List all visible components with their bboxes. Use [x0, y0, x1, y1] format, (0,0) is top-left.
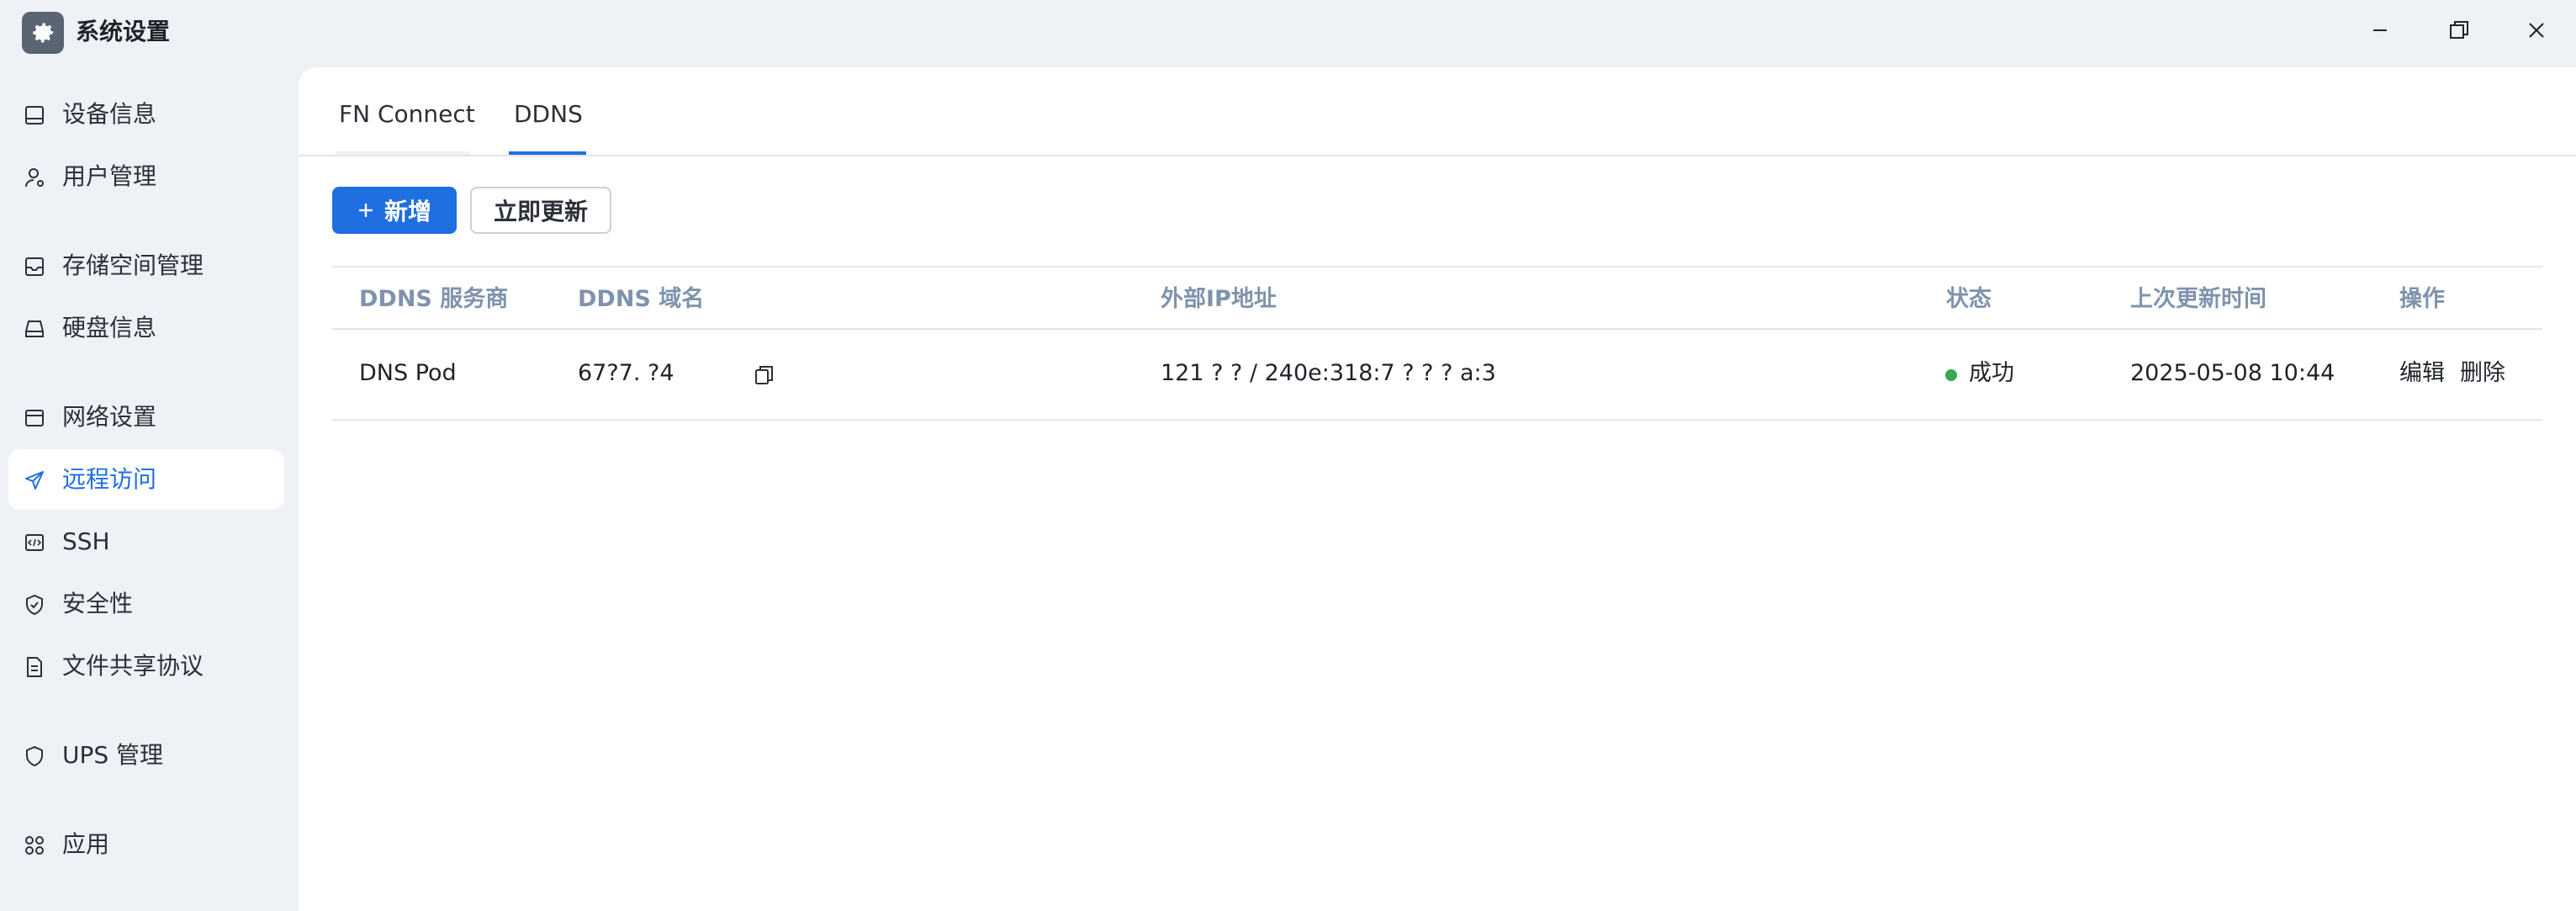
sidebar-item-device-info[interactable]: 设备信息	[8, 84, 284, 145]
cell-domain: 67?7. ?4	[578, 360, 674, 386]
minimize-button[interactable]	[2355, 8, 2405, 52]
sidebar-item-user-management[interactable]: 用户管理	[8, 146, 284, 207]
close-icon	[2529, 23, 2544, 38]
sidebar: 设备信息 用户管理 存储空间管理 硬盘信息 网络设置 远程访问 SSH 安全性 …	[0, 67, 299, 911]
settings-app-icon	[22, 12, 64, 54]
sidebar-item-file-sharing[interactable]: 文件共享协议	[8, 636, 284, 696]
sidebar-item-label: SSH	[62, 527, 110, 555]
sidebar-item-apps[interactable]: 应用	[8, 814, 284, 875]
delete-link[interactable]: 删除	[2460, 357, 2505, 390]
shield-check-icon	[24, 594, 45, 616]
disk-icon	[24, 318, 45, 340]
sidebar-item-ups[interactable]: UPS 管理	[8, 725, 284, 786]
cell-status: 成功	[1969, 360, 2014, 386]
device-icon	[24, 104, 45, 126]
tab-fn-connect[interactable]: FN Connect	[339, 98, 475, 131]
column-header-provider: DDNS 服务商	[359, 286, 509, 312]
column-header-domain: DDNS 域名	[578, 286, 705, 312]
table-header: DDNS 服务商 DDNS 域名 外部IP地址 状态 上次更新时间 操作	[332, 266, 2542, 330]
sidebar-item-label: 文件共享协议	[62, 652, 204, 680]
title-bar: 系统设置	[0, 0, 2576, 67]
column-header-status: 状态	[1946, 286, 1992, 312]
network-icon	[24, 407, 45, 429]
sidebar-item-remote-access[interactable]: 远程访问	[8, 449, 284, 510]
sidebar-item-network[interactable]: 网络设置	[8, 387, 284, 448]
minimize-icon	[2373, 29, 2387, 31]
sidebar-item-security[interactable]: 安全性	[8, 574, 284, 634]
sidebar-item-label: 网络设置	[62, 403, 157, 431]
plus-icon	[358, 204, 373, 217]
sidebar-item-label: 应用	[62, 830, 110, 858]
tab-bar: FN Connect DDNS	[299, 67, 2576, 156]
user-icon	[24, 167, 45, 188]
code-icon	[24, 532, 45, 553]
column-header-actions: 操作	[2399, 286, 2445, 312]
cell-last-updated: 2025-05-08 10:44	[2130, 360, 2335, 386]
sidebar-item-label: 设备信息	[62, 100, 157, 128]
copy-icon[interactable]	[753, 363, 776, 387]
close-button[interactable]	[2511, 8, 2562, 52]
column-header-last-updated: 上次更新时间	[2130, 286, 2267, 312]
table-row: DNS Pod 67?7. ?4 121 ? ? / 240e:318:7 ? …	[332, 330, 2542, 421]
storage-icon	[24, 256, 45, 278]
sidebar-item-label: 硬盘信息	[62, 314, 157, 342]
cell-external-ip: 121 ? ? / 240e:318:7 ? ? ? a:3	[1161, 360, 1496, 386]
update-now-button[interactable]: 立即更新	[470, 187, 611, 234]
sidebar-item-label: 安全性	[62, 590, 134, 617]
column-header-external-ip: 外部IP地址	[1161, 286, 1277, 312]
add-button-label: 新增	[383, 198, 431, 225]
sidebar-item-label: 远程访问	[62, 465, 157, 493]
window-title: 系统设置	[76, 18, 171, 45]
cell-provider: DNS Pod	[359, 360, 457, 386]
sidebar-item-label: 用户管理	[62, 162, 157, 190]
sidebar-item-ssh[interactable]: SSH	[8, 511, 284, 572]
sidebar-item-disk-info[interactable]: 硬盘信息	[8, 298, 284, 358]
sidebar-item-label: 存储空间管理	[62, 252, 204, 279]
tab-underline-inactive	[336, 151, 470, 155]
apps-icon	[24, 834, 45, 856]
edit-link[interactable]: 编辑	[2399, 357, 2445, 390]
tab-ddns[interactable]: DDNS	[514, 98, 583, 131]
status-success-dot	[1945, 369, 1957, 381]
document-icon	[24, 656, 45, 678]
restore-icon	[2450, 21, 2468, 39]
maximize-button[interactable]	[2434, 8, 2484, 52]
main-panel: FN Connect DDNS 新增 立即更新 DDNS 服务商 DDNS 域名…	[299, 67, 2576, 911]
send-icon	[24, 469, 45, 491]
sidebar-item-storage[interactable]: 存储空间管理	[8, 236, 284, 296]
shield-icon	[24, 745, 45, 767]
sidebar-item-label: UPS 管理	[62, 741, 164, 769]
tab-active-indicator	[509, 151, 586, 155]
add-button[interactable]: 新增	[332, 187, 457, 234]
